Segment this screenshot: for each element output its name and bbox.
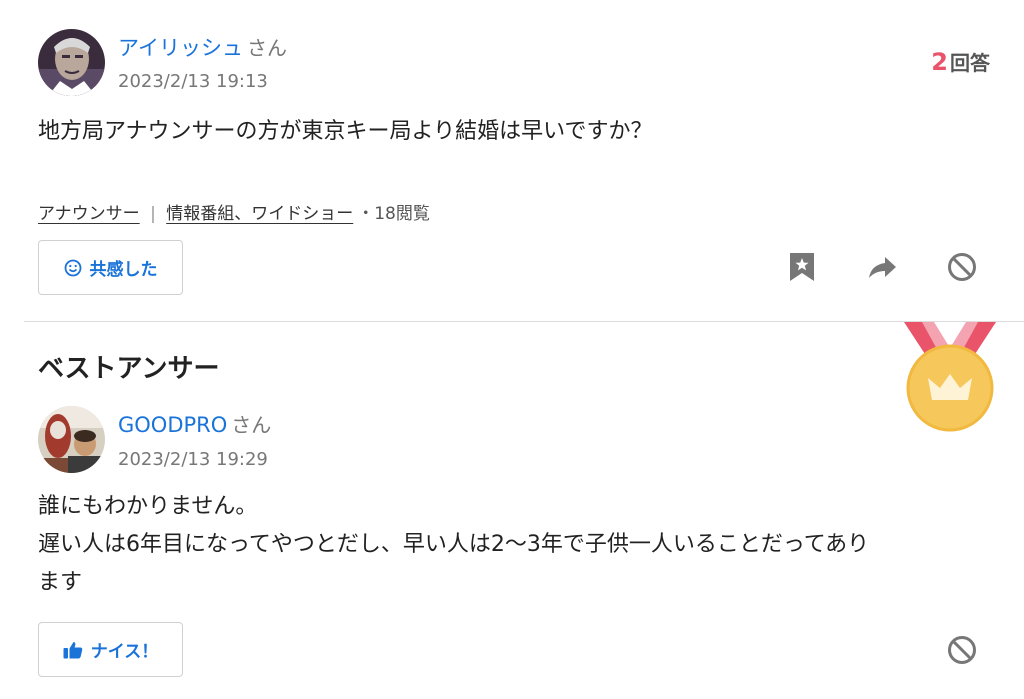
answer-block-button[interactable]: [945, 633, 979, 667]
answer-date: 2023/2/13 19:29: [118, 449, 268, 470]
block-icon: [947, 252, 977, 282]
section-divider: [24, 321, 1024, 322]
best-answer-title: ベストアンサー: [38, 354, 220, 384]
crown-medal-icon: [900, 322, 1000, 432]
bookmark-button[interactable]: [785, 250, 819, 284]
tag-separator: |: [150, 204, 156, 224]
answer-line-3: ます: [38, 570, 83, 595]
thumbs-up-icon: [63, 641, 83, 659]
answer-line-2: 遅い人は6年目になってやつとだし、早い人は2〜3年で子供一人いることだってあり: [38, 532, 870, 557]
empathy-button-label: 共感した: [89, 260, 158, 280]
questioner-name[interactable]: アイリッシュ: [118, 36, 243, 60]
nice-button-label: ナイス！: [90, 642, 159, 662]
block-icon: [947, 635, 977, 665]
tag-link-info-program[interactable]: 情報番組、ワイドショー: [166, 204, 353, 224]
answerer-suffix: さん: [231, 413, 272, 437]
share-icon: [867, 255, 897, 279]
answerer-name[interactable]: GOODPRO: [118, 413, 227, 437]
share-button[interactable]: [864, 252, 900, 282]
answerer-avatar[interactable]: [38, 406, 105, 473]
questioner-suffix: さん: [246, 36, 287, 60]
question-text: 地方局アナウンサーの方が東京キー局より結婚は早いですか？: [38, 119, 653, 144]
answer-line-1: 誰にもわかりません。: [38, 494, 258, 519]
questioner-avatar[interactable]: [38, 29, 105, 96]
bookmark-icon: [789, 252, 815, 282]
answer-count-label: 回答: [950, 51, 990, 75]
view-count: ・18閲覧: [357, 204, 430, 224]
block-button[interactable]: [945, 250, 979, 284]
question-date: 2023/2/13 19:13: [118, 71, 268, 92]
answer-count-number: 2: [931, 48, 948, 76]
answer-text: 誰にもわかりません。 遅い人は6年目になってやつとだし、早い人は2〜3年で子供一…: [38, 488, 998, 602]
tag-link-announcer[interactable]: アナウンサー: [38, 204, 140, 224]
nice-button[interactable]: ナイス！: [38, 622, 183, 677]
question-tags: アナウンサー | 情報番組、ワイドショー ・18閲覧: [38, 199, 430, 224]
empathy-button[interactable]: 共感した: [38, 240, 183, 295]
smile-icon: [64, 259, 82, 277]
answerer-name-row: GOODPRO さん: [118, 409, 271, 438]
questioner-name-row: アイリッシュ さん: [118, 32, 287, 62]
answer-count[interactable]: 2 回答: [931, 47, 990, 76]
